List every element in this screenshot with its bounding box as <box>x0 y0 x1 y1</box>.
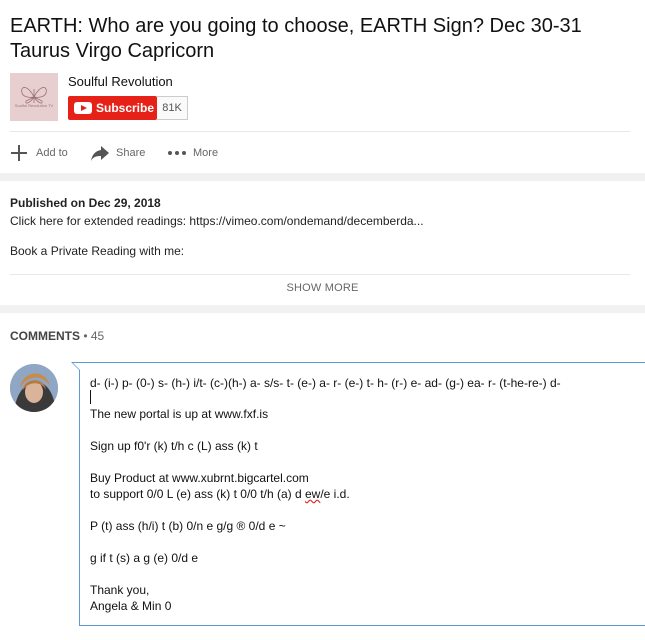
divider <box>10 274 630 275</box>
youtube-play-icon <box>74 102 92 114</box>
channel-name[interactable]: Soulful Revolution <box>68 74 173 89</box>
plus-icon <box>11 145 27 161</box>
comments-count: • 45 <box>83 329 105 343</box>
more-label: More <box>193 147 219 159</box>
comment-text-line: Buy Product at www.xubrnt.bigcartel.com <box>90 471 309 485</box>
user-avatar[interactable] <box>10 364 58 412</box>
comment-text-line: P (t) ass (h/i) t (b) 0/n e g/g ® 0/d e … <box>90 519 286 533</box>
published-date: Published on Dec 29, 2018 <box>10 196 161 210</box>
comment-text-line: The new portal is up at www.fxf.is <box>90 407 269 421</box>
butterfly-icon <box>21 87 47 104</box>
subscribe-label: Subscribe <box>96 101 155 115</box>
comment-text-line: to support 0/0 L (e) ass (k) t 0/0 t/h (… <box>90 487 350 501</box>
more-button[interactable]: More <box>167 144 227 162</box>
share-label: Share <box>116 147 146 159</box>
description-line: Book a Private Reading with me: <box>10 244 185 258</box>
section-separator <box>0 173 645 181</box>
comment-text-line: Thank you, <box>90 583 150 597</box>
video-title: EARTH: Who are you going to choose, EART… <box>10 15 582 62</box>
subscriber-count: 81K <box>157 96 188 120</box>
comment-text-line: g if t (s) a g (e) 0/d e <box>90 551 199 565</box>
show-more-button[interactable]: SHOW MORE <box>0 282 645 294</box>
share-arrow-icon <box>91 146 109 161</box>
channel-avatar[interactable]: Soulful Revolution TV <box>10 73 58 121</box>
section-separator <box>0 305 645 313</box>
channel-logo-text: Soulful Revolution TV <box>14 103 54 108</box>
comment-text-line: d- (i-) p- (0-) s- (h-) i/t- (c-)(h-) a-… <box>90 376 561 390</box>
comments-title: COMMENTS <box>10 329 80 343</box>
description-line: Click here for extended readings: https:… <box>10 214 424 228</box>
add-to-label: Add to <box>36 147 68 159</box>
user-photo <box>10 364 58 412</box>
text-cursor <box>90 390 91 404</box>
comment-text-line: Angela & Min 0 <box>90 599 172 613</box>
add-to-button[interactable]: Add to <box>10 144 72 162</box>
comment-text-line: Sign up f0'r (k) t/h c (L) ass (k) t <box>90 439 258 453</box>
more-dots-icon <box>168 151 186 155</box>
share-button[interactable]: Share <box>90 144 150 162</box>
subscribe-button[interactable]: Subscribe <box>68 96 157 120</box>
comment-input[interactable]: d- (i-) p- (0-) s- (h-) i/t- (c-)(h-) a-… <box>71 362 645 626</box>
comments-header: COMMENTS • 45 <box>10 329 104 343</box>
misspelled-word: ew <box>304 487 321 501</box>
divider <box>10 131 630 132</box>
